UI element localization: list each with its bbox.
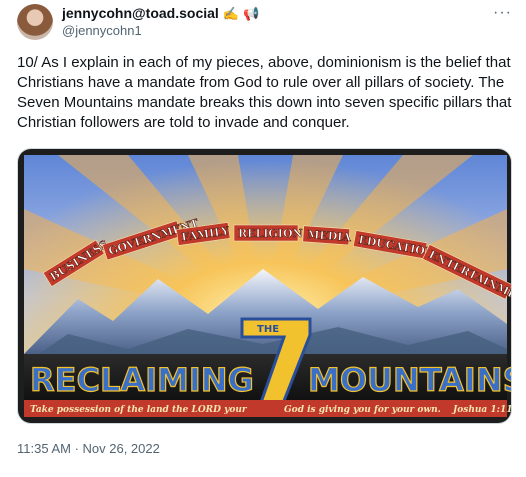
verse-right: God is giving you for your own.: [284, 405, 441, 415]
title-reclaiming: RECLAIMING: [30, 361, 254, 399]
avatar[interactable]: [17, 4, 53, 40]
verse-left: Take possession of the land the LORD you…: [30, 405, 248, 415]
title-mountains: MOUNTAINS: [308, 361, 512, 399]
tweet-text: 10/ As I explain in each of my pieces, a…: [17, 54, 512, 131]
more-options-icon[interactable]: ···: [493, 4, 512, 22]
verse-reference: Joshua 1:11: [451, 405, 512, 415]
author-name[interactable]: jennycohn@toad.social ✍ 📢: [62, 5, 259, 21]
tweet-timestamp[interactable]: 11:35 AM · Nov 26, 2022: [17, 441, 160, 456]
author-handle[interactable]: @jennycohn1: [62, 23, 142, 38]
title-the: THE: [257, 324, 279, 335]
seven-mountains-graphic: BUSINESS GOVERNMENT FAMILY RELIGION MEDI…: [18, 149, 512, 423]
display-name[interactable]: jennycohn@toad.social: [62, 5, 219, 21]
title-seven: 7: [18, 149, 19, 150]
tweet-image[interactable]: BUSINESS GOVERNMENT FAMILY RELIGION MEDI…: [17, 148, 512, 424]
pen-icon: ✍: [222, 5, 239, 21]
megaphone-icon: 📢: [242, 5, 260, 21]
pillar-religion: RELIGION: [238, 227, 303, 240]
